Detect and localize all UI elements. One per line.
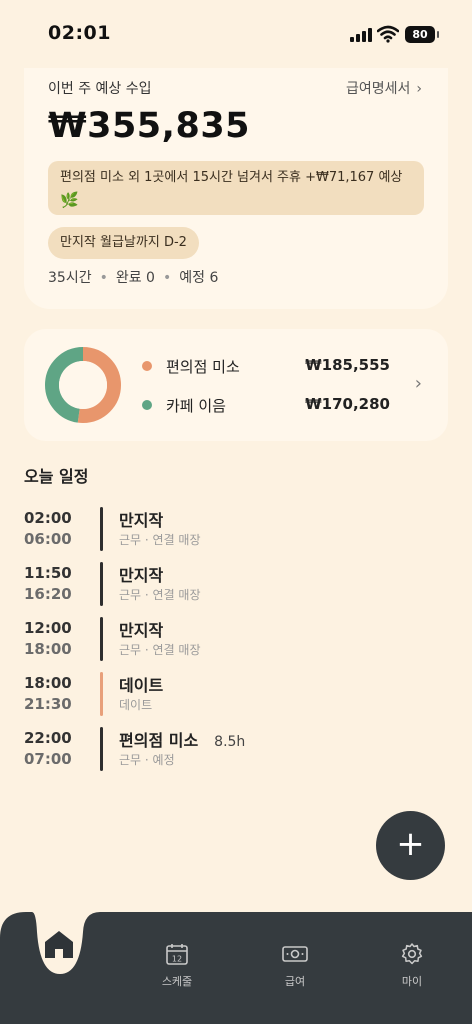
schedule-color-bar [100,507,103,551]
end-time: 07:00 [24,750,72,768]
schedule-title: 만지작 [119,511,164,530]
start-time: 11:50 [24,564,72,582]
schedule-hours: 8.5h [214,734,246,750]
schedule-item[interactable]: 02:00 06:00 만지작 근무 · 연결 매장 [24,507,424,551]
schedule-title: 만지작 [119,621,164,640]
workplace-name: 편의점 미소 [166,358,240,376]
workplace-amount: ₩170,280 [305,395,390,413]
schedule-subtitle: 근무 · 연결 매장 [119,588,201,602]
week-income-label: 이번 주 예상 수입 [48,81,152,97]
gear-icon [401,943,423,965]
schedule-item[interactable]: 11:50 16:20 만지작 근무 · 연결 매장 [24,562,424,606]
tab-home[interactable] [40,928,78,960]
battery-indicator: 80 [405,26,439,43]
start-time: 18:00 [24,674,72,692]
payday-dday-badge: 만지작 월급날까지 D-2 [48,227,199,259]
schedule-subtitle: 근무 · 연결 매장 [119,533,201,547]
schedule-title: 데이트 [119,676,164,695]
start-time: 12:00 [24,619,72,637]
breakdown-item: 편의점 미소 ₩185,555 [142,356,392,378]
income-donut-chart [45,347,121,423]
money-icon [282,946,308,962]
stats-planned: 예정 6 [179,270,219,286]
legend-dot [142,361,152,371]
bottom-tab-bar: 12 스케줄 급여 마이 [0,912,472,1024]
schedule-item[interactable]: 12:00 18:00 만지작 근무 · 연결 매장 [24,617,424,661]
tab-my[interactable]: 마이 [372,942,452,989]
weekly-income-card: 이번 주 예상 수입 급여명세서 › ₩355,835 편의점 미소 외 1곳에서… [24,68,448,309]
schedule-subtitle: 데이트 [119,698,153,712]
status-bar: 02:01 80 [0,0,472,70]
income-breakdown-card[interactable]: 편의점 미소 ₩185,555 카페 이음 ₩170,280 › [24,329,448,441]
workplace-name: 카페 이음 [166,397,226,415]
add-schedule-button[interactable]: + [376,811,445,880]
workplace-amount: ₩185,555 [305,356,390,374]
holiday-pay-note: 편의점 미소 외 1곳에서 15시간 넘겨서 주휴 +₩71,167 예상 🌿 [48,161,424,215]
home-icon [45,931,73,958]
schedule-subtitle: 근무 · 예정 [119,753,175,767]
tab-label: 마이 [401,975,423,988]
calendar-icon: 12 [166,944,188,965]
schedule-title: 만지작 [119,566,164,585]
end-time: 21:30 [24,695,72,713]
schedule-item[interactable]: 22:00 07:00 편의점 미소 8.5h 근무 · 예정 [24,727,424,771]
holiday-pay-note-text: 편의점 미소 외 1곳에서 15시간 넘겨서 주휴 +₩71,167 예상 [60,170,403,185]
schedule-subtitle: 근무 · 연결 매장 [119,643,201,657]
weekly-stats: 35시간 • 완료 0 • 예정 6 [48,270,219,286]
legend-dot [142,400,152,410]
tab-label: 급여 [284,975,306,988]
start-time: 02:00 [24,509,72,527]
svg-text:12: 12 [172,955,182,964]
donut-hole [59,361,107,409]
schedule-color-bar [100,727,103,771]
weekly-income-amount: ₩355,835 [48,106,251,146]
tab-label: 스케줄 [161,975,193,988]
chevron-right-icon: › [414,373,422,394]
stats-done: 완료 0 [115,270,155,286]
cellular-signal-icon [350,28,372,42]
tab-schedule[interactable]: 12 스케줄 [137,942,217,989]
breakdown-item: 카페 이음 ₩170,280 [142,395,392,417]
status-time: 02:01 [48,22,111,44]
stats-hours: 35시간 [48,270,92,286]
schedule-color-bar [100,562,103,606]
plus-icon: + [396,824,425,864]
schedule-title: 편의점 미소 8.5h [119,731,246,750]
end-time: 18:00 [24,640,72,658]
start-time: 22:00 [24,729,72,747]
schedule-color-bar [100,672,103,716]
today-schedule-title: 오늘 일정 [24,467,89,486]
tab-pay[interactable]: 급여 [255,942,335,989]
end-time: 06:00 [24,530,72,548]
wifi-icon [377,25,399,43]
payslip-link[interactable]: 급여명세서 › [346,78,422,98]
chevron-right-icon: › [416,81,422,97]
schedule-item[interactable]: 18:00 21:30 데이트 데이트 [24,672,424,716]
end-time: 16:20 [24,585,72,603]
leaf-icon: 🌿 [60,191,79,209]
schedule-color-bar [100,617,103,661]
payslip-link-label: 급여명세서 [345,81,411,97]
